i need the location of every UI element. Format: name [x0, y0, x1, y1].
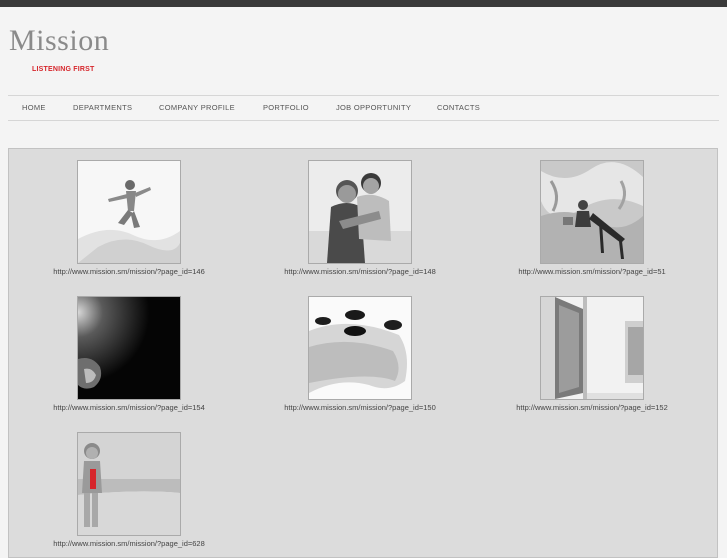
- gallery-caption[interactable]: http://www.mission.sm/mission/?page_id=1…: [250, 403, 470, 412]
- gallery-item: http://www.mission.sm/mission/?page_id=1…: [482, 296, 702, 412]
- nav-contacts[interactable]: CONTACTS: [437, 103, 480, 112]
- gallery-thumbnail-hot-stones[interactable]: [308, 296, 412, 400]
- gallery-caption[interactable]: http://www.mission.sm/mission/?page_id=1…: [482, 403, 702, 412]
- gallery-item: http://www.mission.sm/mission/?page_id=6…: [19, 432, 239, 548]
- gallery-item: http://www.mission.sm/mission/?page_id=1…: [19, 296, 239, 412]
- gallery-caption[interactable]: http://www.mission.sm/mission/?page_id=5…: [482, 267, 702, 276]
- gallery-thumbnail-gallery-room[interactable]: [540, 296, 644, 400]
- gallery-thumbnail-beach-chair[interactable]: [540, 160, 644, 264]
- gallery-caption[interactable]: http://www.mission.sm/mission/?page_id=1…: [19, 267, 239, 276]
- gallery-item: http://www.mission.sm/mission/?page_id=1…: [250, 296, 470, 412]
- gallery-item: http://www.mission.sm/mission/?page_id=5…: [482, 160, 702, 276]
- main-navigation: HOME DEPARTMENTS COMPANY PROFILE PORTFOL…: [8, 95, 719, 121]
- nav-company-profile[interactable]: COMPANY PROFILE: [159, 103, 235, 112]
- gallery-thumbnail-dark-abstract[interactable]: [77, 296, 181, 400]
- gallery-thumbnail-surfer[interactable]: [77, 160, 181, 264]
- gallery-item: http://www.mission.sm/mission/?page_id=1…: [250, 160, 470, 276]
- site-logo[interactable]: Mission: [9, 26, 109, 56]
- nav-portfolio[interactable]: PORTFOLIO: [263, 103, 309, 112]
- nav-home[interactable]: HOME: [22, 103, 46, 112]
- portfolio-gallery: http://www.mission.sm/mission/?page_id=1…: [8, 148, 718, 558]
- site-tagline: LISTENING FIRST: [32, 66, 95, 73]
- gallery-caption[interactable]: http://www.mission.sm/mission/?page_id=1…: [250, 267, 470, 276]
- nav-job-opportunity[interactable]: JOB OPPORTUNITY: [336, 103, 411, 112]
- gallery-thumbnail-girl-beach[interactable]: [77, 432, 181, 536]
- gallery-caption[interactable]: http://www.mission.sm/mission/?page_id=6…: [19, 539, 239, 548]
- nav-departments[interactable]: DEPARTMENTS: [73, 103, 132, 112]
- gallery-thumbnail-couple[interactable]: [308, 160, 412, 264]
- gallery-item: http://www.mission.sm/mission/?page_id=1…: [19, 160, 239, 276]
- gallery-caption[interactable]: http://www.mission.sm/mission/?page_id=1…: [19, 403, 239, 412]
- top-bar: [0, 0, 727, 7]
